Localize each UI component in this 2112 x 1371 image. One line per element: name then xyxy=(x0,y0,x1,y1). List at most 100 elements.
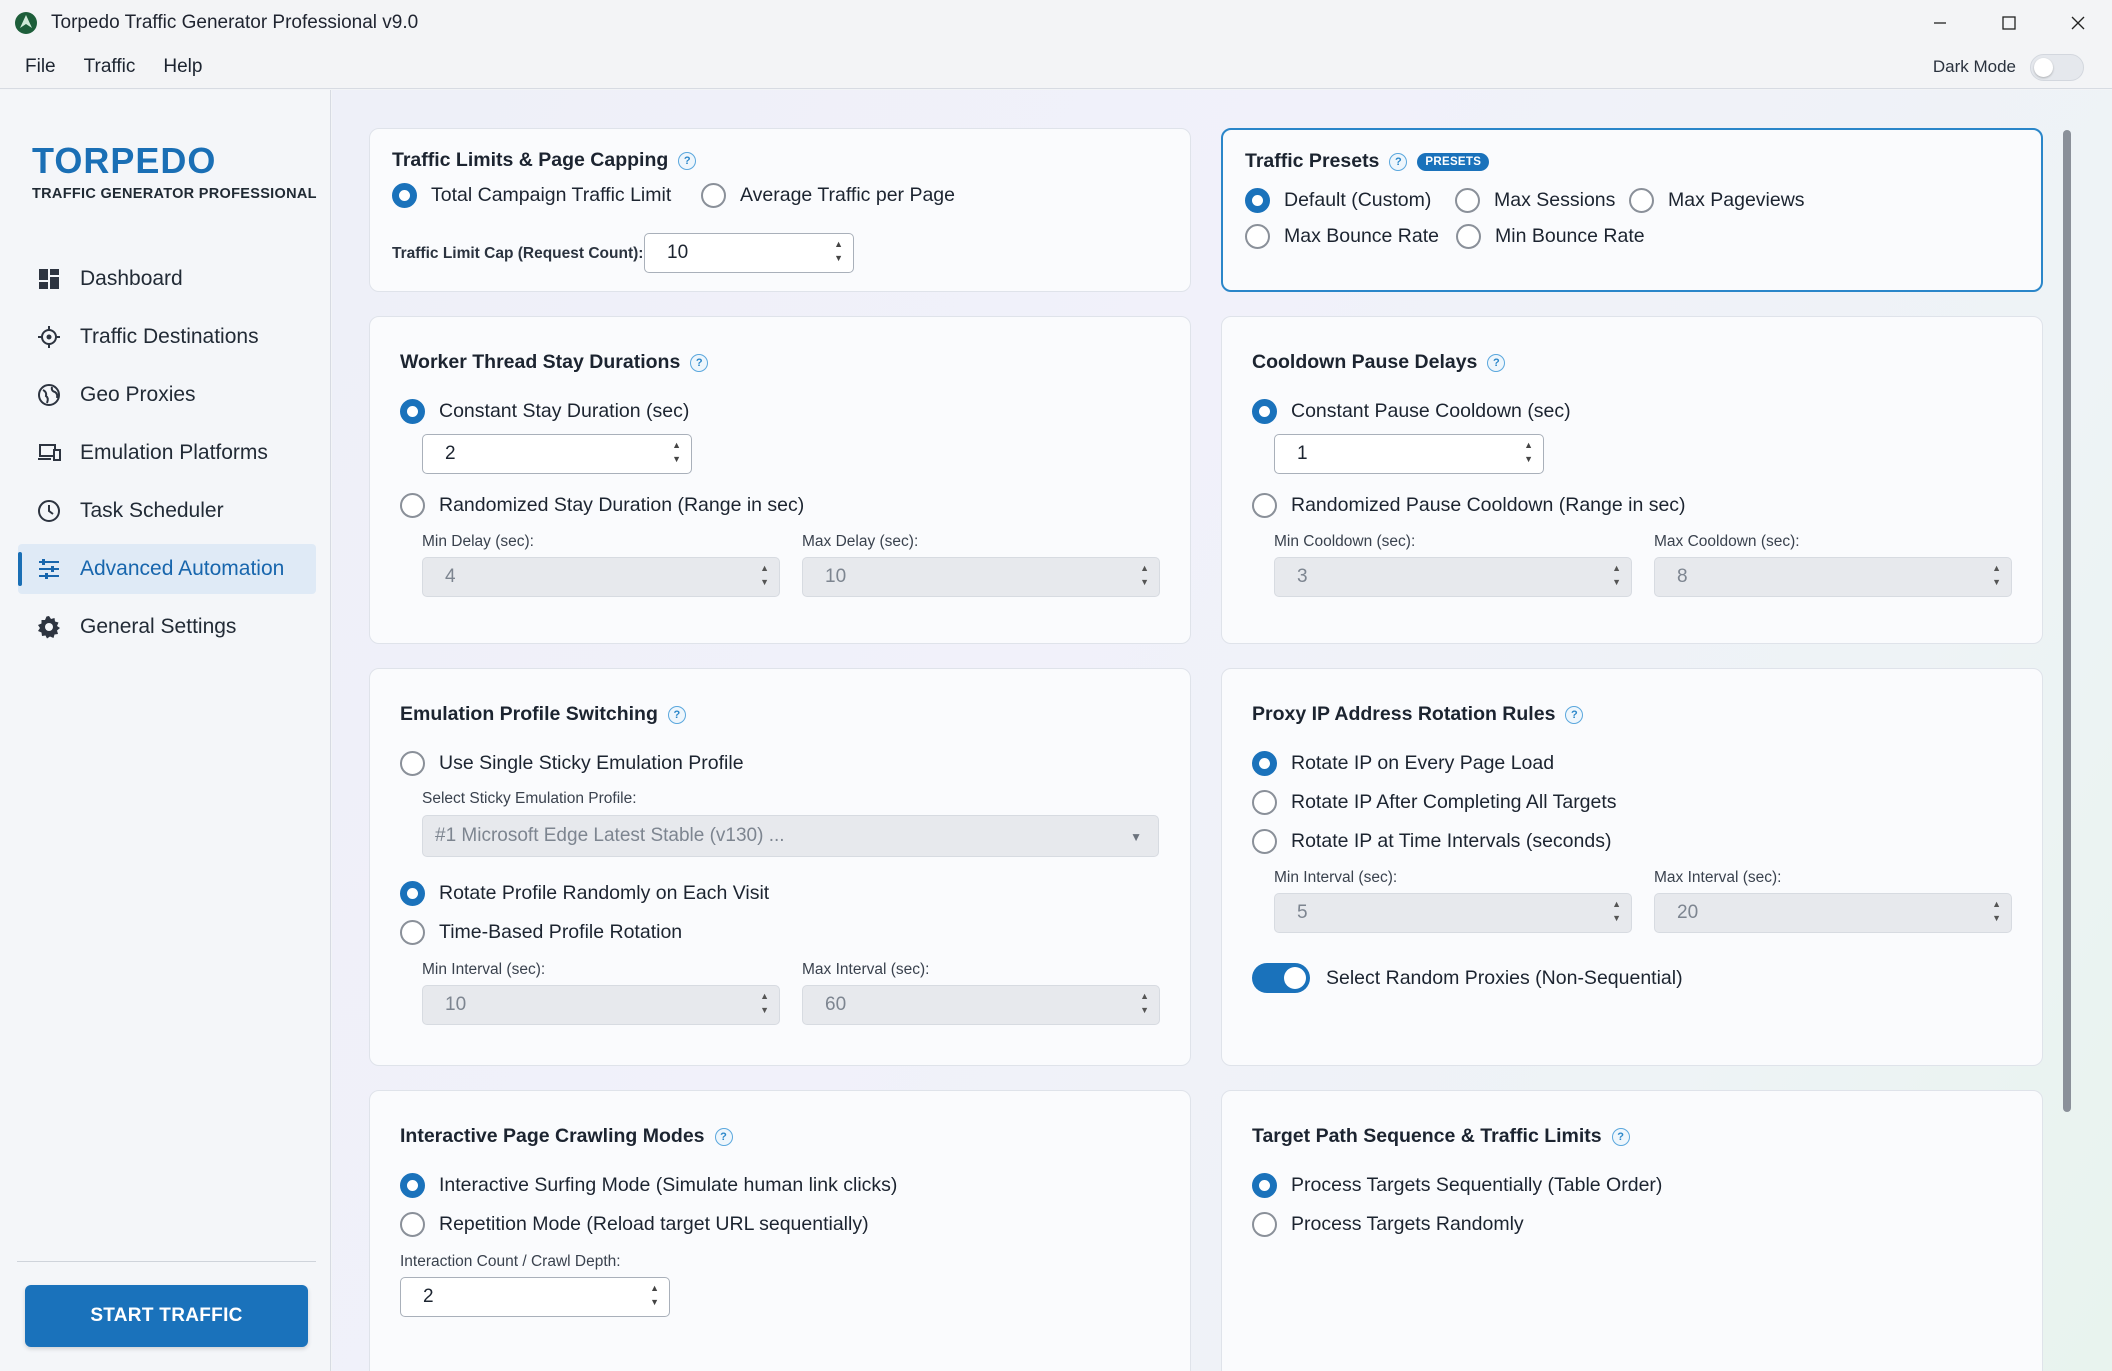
minimize-button[interactable] xyxy=(1905,0,1974,45)
spin-up-icon[interactable]: ▲ xyxy=(760,563,769,573)
help-icon[interactable]: ? xyxy=(678,151,697,170)
spin-up-icon[interactable]: ▲ xyxy=(760,991,769,1001)
help-icon[interactable]: ? xyxy=(1487,353,1506,372)
traffic-limits-card: Traffic Limits & Page Capping ? Total Ca… xyxy=(369,128,1191,292)
help-icon[interactable]: ? xyxy=(1611,1127,1630,1146)
constant-cooldown-input[interactable]: 1 ▲ ▼ xyxy=(1274,434,1544,474)
max-delay-input[interactable]: 10 ▲ ▼ xyxy=(802,557,1160,597)
dark-mode-toggle[interactable] xyxy=(2030,53,2084,81)
sidebar-item-task-scheduler[interactable]: Task Scheduler xyxy=(18,486,316,536)
radio-label: Randomized Stay Duration (Range in sec) xyxy=(439,494,805,516)
rotate-after-targets-radio[interactable]: Rotate IP After Completing All Targets xyxy=(1252,790,1617,815)
rotate-time-interval-radio[interactable]: Rotate IP at Time Intervals (seconds) xyxy=(1252,829,1611,854)
radio-label: Rotate Profile Randomly on Each Visit xyxy=(439,882,770,904)
random-profile-radio[interactable]: Rotate Profile Randomly on Each Visit xyxy=(400,881,769,906)
random-cooldown-radio[interactable]: Randomized Pause Cooldown (Range in sec) xyxy=(1252,493,1686,518)
sidebar-item-general-settings[interactable]: General Settings xyxy=(18,602,316,652)
proxy-max-interval-input[interactable]: 20 ▲ ▼ xyxy=(1654,893,2012,933)
spin-arrows[interactable]: ▲ ▼ xyxy=(672,440,681,464)
spin-down-icon[interactable]: ▼ xyxy=(1140,577,1149,587)
spin-arrows[interactable]: ▲ ▼ xyxy=(834,239,843,263)
random-stay-radio[interactable]: Randomized Stay Duration (Range in sec) xyxy=(400,493,804,518)
spin-arrows[interactable]: ▲ ▼ xyxy=(760,563,769,587)
sidebar-item-geo-proxies[interactable]: Geo Proxies xyxy=(18,370,316,420)
spin-down-icon[interactable]: ▼ xyxy=(1992,913,2001,923)
sidebar-item-traffic-destinations[interactable]: Traffic Destinations xyxy=(18,312,316,362)
maximize-button[interactable] xyxy=(1974,0,2043,45)
profile-min-interval-input[interactable]: 10 ▲ ▼ xyxy=(422,985,780,1025)
spin-down-icon[interactable]: ▼ xyxy=(834,253,843,263)
crawl-depth-input[interactable]: 2 ▲ ▼ xyxy=(400,1277,670,1317)
spin-arrows[interactable]: ▲ ▼ xyxy=(1612,563,1621,587)
spin-up-icon[interactable]: ▲ xyxy=(1992,899,2001,909)
sidebar-item-label: General Settings xyxy=(80,615,237,638)
preset-max-pageviews-radio[interactable]: Max Pageviews xyxy=(1629,188,1805,213)
spin-down-icon[interactable]: ▼ xyxy=(1612,577,1621,587)
help-icon[interactable]: ? xyxy=(690,353,709,372)
help-icon[interactable]: ? xyxy=(667,705,686,724)
spin-up-icon[interactable]: ▲ xyxy=(1992,563,2001,573)
spin-down-icon[interactable]: ▼ xyxy=(760,1005,769,1015)
spin-arrows[interactable]: ▲ ▼ xyxy=(1524,440,1533,464)
radio-label: Repetition Mode (Reload target URL seque… xyxy=(439,1213,869,1235)
repetition-mode-radio[interactable]: Repetition Mode (Reload target URL seque… xyxy=(400,1212,869,1237)
spin-up-icon[interactable]: ▲ xyxy=(1140,991,1149,1001)
constant-cooldown-radio[interactable]: Constant Pause Cooldown (sec) xyxy=(1252,399,1571,424)
preset-min-bounce-radio[interactable]: Min Bounce Rate xyxy=(1456,224,1645,249)
sidebar-item-dashboard[interactable]: Dashboard xyxy=(18,254,316,304)
spin-arrows[interactable]: ▲ ▼ xyxy=(650,1283,659,1307)
spin-down-icon[interactable]: ▼ xyxy=(1524,454,1533,464)
help-icon[interactable]: ? xyxy=(1565,705,1584,724)
spin-up-icon[interactable]: ▲ xyxy=(1140,563,1149,573)
sidebar-item-emulation-platforms[interactable]: Emulation Platforms xyxy=(18,428,316,478)
menu-help[interactable]: Help xyxy=(163,56,202,78)
time-based-profile-radio[interactable]: Time-Based Profile Rotation xyxy=(400,920,682,945)
menu-traffic[interactable]: Traffic xyxy=(84,56,136,78)
rotate-every-page-radio[interactable]: Rotate IP on Every Page Load xyxy=(1252,751,1554,776)
close-button[interactable] xyxy=(2043,0,2112,45)
menu-file[interactable]: File xyxy=(25,56,56,78)
spin-down-icon[interactable]: ▼ xyxy=(1140,1005,1149,1015)
help-icon[interactable]: ? xyxy=(714,1127,733,1146)
spin-down-icon[interactable]: ▼ xyxy=(650,1297,659,1307)
constant-stay-input[interactable]: 2 ▲ ▼ xyxy=(422,434,692,474)
spin-arrows[interactable]: ▲ ▼ xyxy=(760,991,769,1015)
spin-arrows[interactable]: ▲ ▼ xyxy=(1140,991,1149,1015)
spin-up-icon[interactable]: ▲ xyxy=(650,1283,659,1293)
average-traffic-radio[interactable]: Average Traffic per Page xyxy=(701,183,955,208)
spin-down-icon[interactable]: ▼ xyxy=(1612,913,1621,923)
spin-arrows[interactable]: ▲ ▼ xyxy=(1140,563,1149,587)
spin-down-icon[interactable]: ▼ xyxy=(1992,577,2001,587)
sidebar-item-advanced-automation[interactable]: Advanced Automation xyxy=(18,544,316,594)
min-cooldown-input[interactable]: 3 ▲ ▼ xyxy=(1274,557,1632,597)
min-delay-input[interactable]: 4 ▲ ▼ xyxy=(422,557,780,597)
preset-default-radio[interactable]: Default (Custom) xyxy=(1245,188,1431,213)
max-cooldown-input[interactable]: 8 ▲ ▼ xyxy=(1654,557,2012,597)
constant-stay-radio[interactable]: Constant Stay Duration (sec) xyxy=(400,399,689,424)
spin-up-icon[interactable]: ▲ xyxy=(672,440,681,450)
proxy-min-interval-input[interactable]: 5 ▲ ▼ xyxy=(1274,893,1632,933)
spin-up-icon[interactable]: ▲ xyxy=(1524,440,1533,450)
traffic-cap-input[interactable]: 10 ▲ ▼ xyxy=(644,233,854,273)
sequential-targets-radio[interactable]: Process Targets Sequentially (Table Orde… xyxy=(1252,1173,1662,1198)
sticky-profile-radio[interactable]: Use Single Sticky Emulation Profile xyxy=(400,751,744,776)
total-campaign-limit-radio[interactable]: Total Campaign Traffic Limit xyxy=(392,183,671,208)
profile-max-interval-input[interactable]: 60 ▲ ▼ xyxy=(802,985,1160,1025)
spin-up-icon[interactable]: ▲ xyxy=(1612,563,1621,573)
preset-max-sessions-radio[interactable]: Max Sessions xyxy=(1455,188,1615,213)
spin-arrows[interactable]: ▲ ▼ xyxy=(1992,563,2001,587)
random-targets-radio[interactable]: Process Targets Randomly xyxy=(1252,1212,1524,1237)
spin-up-icon[interactable]: ▲ xyxy=(834,239,843,249)
spin-down-icon[interactable]: ▼ xyxy=(672,454,681,464)
spin-arrows[interactable]: ▲ ▼ xyxy=(1992,899,2001,923)
start-traffic-button[interactable]: START TRAFFIC xyxy=(25,1285,308,1347)
interactive-surfing-radio[interactable]: Interactive Surfing Mode (Simulate human… xyxy=(400,1173,897,1198)
random-proxies-toggle[interactable] xyxy=(1252,963,1310,993)
spin-up-icon[interactable]: ▲ xyxy=(1612,899,1621,909)
content-scrollbar[interactable] xyxy=(2063,130,2071,1112)
sticky-profile-select[interactable]: #1 Microsoft Edge Latest Stable (v130) .… xyxy=(422,815,1159,857)
help-icon[interactable]: ? xyxy=(1389,152,1408,171)
preset-max-bounce-radio[interactable]: Max Bounce Rate xyxy=(1245,224,1439,249)
spin-arrows[interactable]: ▲ ▼ xyxy=(1612,899,1621,923)
spin-down-icon[interactable]: ▼ xyxy=(760,577,769,587)
